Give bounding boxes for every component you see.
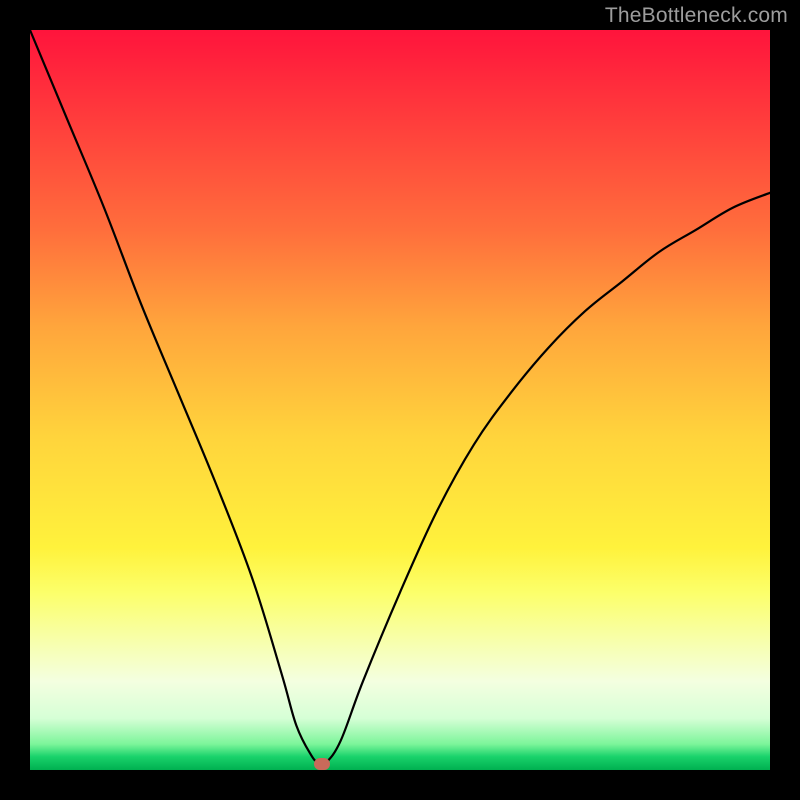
watermark-text: TheBottleneck.com: [605, 4, 788, 28]
chart-frame: TheBottleneck.com: [0, 0, 800, 800]
curve-svg: [30, 30, 770, 770]
optimal-marker: [314, 758, 330, 770]
bottleneck-curve: [30, 30, 770, 765]
plot-area: [30, 30, 770, 770]
